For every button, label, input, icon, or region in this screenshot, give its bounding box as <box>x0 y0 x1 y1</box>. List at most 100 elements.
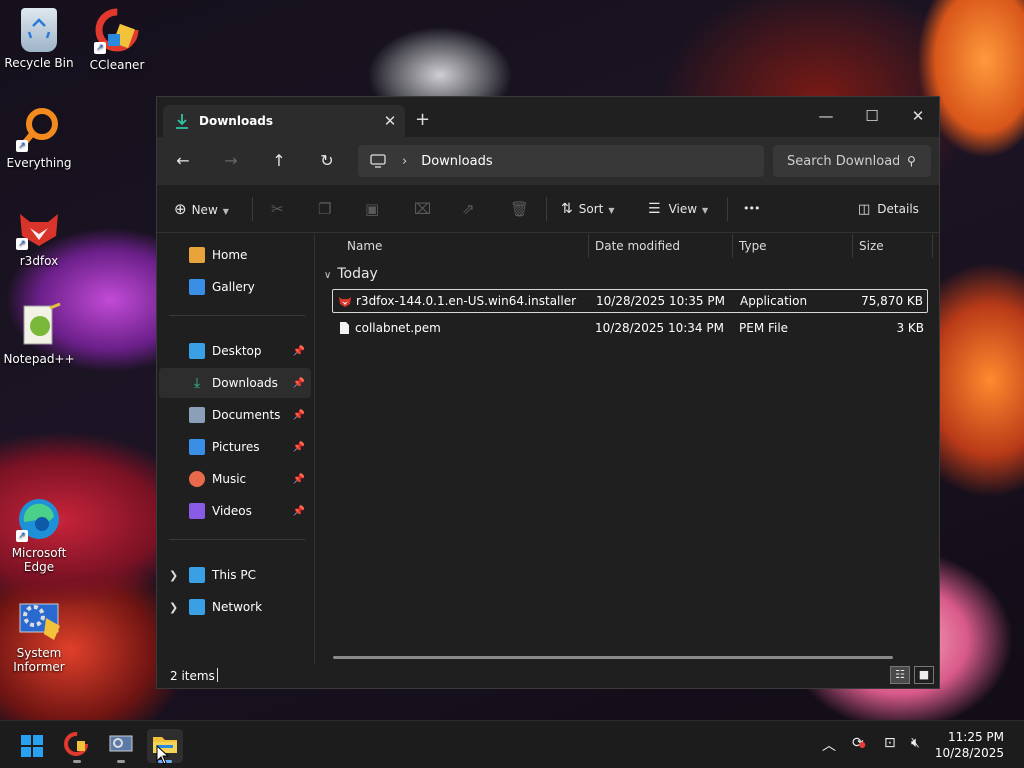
ccleaner-icon: ↗ <box>94 8 140 54</box>
desktop-icon-microsoft-edge[interactable]: ↗ Microsoft Edge <box>0 496 78 574</box>
ccleaner-icon <box>64 732 88 756</box>
network-icon <box>189 599 205 615</box>
sidebar-divider <box>169 539 305 540</box>
sidebar-item-videos[interactable]: Videos 📌 <box>159 496 311 526</box>
copy-button[interactable]: ❐ <box>318 197 331 221</box>
file-size: 75,870 KB <box>861 294 923 308</box>
chevron-right-icon[interactable]: ❯ <box>169 601 178 614</box>
chevron-down-icon: ▼ <box>702 206 709 215</box>
horizontal-scrollbar[interactable] <box>333 656 893 659</box>
gallery-icon <box>189 279 205 295</box>
search-input[interactable] <box>787 153 899 169</box>
tab-downloads[interactable]: Downloads ✕ <box>163 105 405 137</box>
clock-date: 10/28/2025 <box>934 746 1004 760</box>
details-label: Details <box>877 202 919 216</box>
paste-button[interactable]: ▣ <box>365 197 379 221</box>
address-bar[interactable]: › Downloads <box>358 145 764 177</box>
back-button[interactable]: ← <box>170 149 196 173</box>
sidebar-item-network[interactable]: ❯ Network <box>159 592 311 622</box>
desktop-icon-ccleaner[interactable]: ↗ CCleaner <box>78 8 156 72</box>
network-monitor-icon: ⊡ <box>884 735 896 751</box>
column-divider[interactable] <box>732 234 733 258</box>
tray-sync-icon[interactable]: ⟳● <box>852 735 866 751</box>
search-box[interactable]: ⚲ <box>773 145 931 177</box>
table-row[interactable]: collabnet.pem 10/28/2025 10:34 PM PEM Fi… <box>332 317 928 341</box>
start-button[interactable] <box>14 729 50 763</box>
desktop-icon-everything[interactable]: ↗ Everything <box>0 106 78 170</box>
share-icon: ⇗ <box>462 200 475 218</box>
up-button[interactable]: ↑ <box>266 149 292 173</box>
taskbar-app-ccleaner[interactable] <box>59 729 95 763</box>
arrow-up-icon: ↑ <box>272 151 286 170</box>
minimize-button[interactable]: — <box>803 101 849 131</box>
desktop-icon-system-informer[interactable]: System Informer <box>0 596 78 674</box>
see-more-button[interactable]: ••• <box>743 197 760 221</box>
sidebar-item-pictures[interactable]: Pictures 📌 <box>159 432 311 462</box>
copy-icon: ❐ <box>318 200 332 218</box>
shortcut-arrow-icon: ↗ <box>16 530 28 542</box>
music-folder-icon <box>189 471 205 487</box>
close-window-button[interactable]: ✕ <box>895 101 941 131</box>
view-button[interactable]: ☰ View ▼ <box>648 197 708 221</box>
new-tab-button[interactable]: + <box>415 109 430 130</box>
maximize-button[interactable]: ☐ <box>849 101 895 131</box>
taskbar-app-system-informer[interactable] <box>103 729 139 763</box>
list-view-icon: ☰ <box>648 201 661 217</box>
refresh-icon: ↻ <box>320 151 334 170</box>
close-tab-button[interactable]: ✕ <box>375 112 405 130</box>
forward-button[interactable]: → <box>218 149 244 173</box>
tray-network-icon[interactable]: ⊡ <box>884 735 896 751</box>
sidebar-item-this-pc[interactable]: ❯ This PC <box>159 560 311 590</box>
details-view-button[interactable]: ☷ <box>890 666 910 684</box>
group-label: Today <box>337 266 378 282</box>
cut-button[interactable]: ✂ <box>271 197 284 221</box>
details-pane-button[interactable]: ◫ Details <box>858 197 919 221</box>
sidebar-item-documents[interactable]: Documents 📌 <box>159 400 311 430</box>
title-bar[interactable]: Downloads ✕ + — ☐ ✕ <box>157 97 939 137</box>
sort-button[interactable]: ⇅ Sort ▼ <box>561 197 615 221</box>
pictures-folder-icon <box>189 439 205 455</box>
refresh-button[interactable]: ↻ <box>314 149 340 173</box>
taskbar: ︿ ⟳● ⊡ 🔇︎ 11:25 PM 10/28/2025 <box>0 720 1024 768</box>
file-list: Name Date modified Type Size ∨ Today r3df… <box>316 234 939 664</box>
column-header-size[interactable]: Size <box>859 234 884 258</box>
sort-icon: ⇅ <box>561 201 573 217</box>
tiles-view-icon: ■ <box>918 668 930 681</box>
column-divider[interactable] <box>852 234 853 258</box>
desktop-icon-recycle-bin[interactable]: Recycle Bin <box>0 8 78 70</box>
column-header-name[interactable]: Name <box>347 234 382 258</box>
breadcrumb-downloads[interactable]: Downloads <box>421 154 492 169</box>
chevron-right-icon[interactable]: ❯ <box>169 569 178 582</box>
column-header-type[interactable]: Type <box>739 234 767 258</box>
desktop-icon-label: Recycle Bin <box>4 56 74 70</box>
sidebar-item-home[interactable]: Home <box>159 240 311 270</box>
show-hidden-icons-button[interactable]: ︿ <box>822 735 836 755</box>
sidebar-item-label: Home <box>212 248 248 262</box>
desktop-icon-label: Microsoft Edge <box>11 546 67 574</box>
sidebar-item-gallery[interactable]: Gallery <box>159 272 311 302</box>
system-informer-icon <box>109 735 133 752</box>
rename-button[interactable]: ⌧ <box>414 197 431 221</box>
sidebar-item-music[interactable]: Music 📌 <box>159 464 311 494</box>
desktop-icon-r3dfox[interactable]: ↗ r3dfox <box>0 204 78 268</box>
table-row[interactable]: r3dfox-144.0.1.en-US.win64.installer 10/… <box>332 289 928 313</box>
pin-icon: 📌 <box>292 473 305 485</box>
sidebar-item-desktop[interactable]: Desktop 📌 <box>159 336 311 366</box>
system-clock[interactable]: 11:25 PM 10/28/2025 <box>935 729 1004 761</box>
share-button[interactable]: ⇗ <box>462 197 475 221</box>
chevron-down-icon: ∨ <box>324 270 332 281</box>
group-header-today[interactable]: ∨ Today <box>324 266 378 282</box>
navigation-pane: Home Gallery Desktop 📌 ⤓ Downloads 📌 Docume… <box>157 234 315 664</box>
download-icon <box>176 114 188 129</box>
column-header-date-modified[interactable]: Date modified <box>595 234 680 258</box>
sidebar-item-downloads[interactable]: ⤓ Downloads 📌 <box>159 368 311 398</box>
tray-volume-icon[interactable]: 🔇︎ <box>911 735 920 751</box>
desktop-icon-notepad-plus-plus[interactable]: Notepad++ <box>0 302 78 366</box>
delete-button[interactable]: 🗑 <box>510 197 529 221</box>
new-button[interactable]: ⊕ New ▼ <box>174 197 229 221</box>
shortcut-arrow-icon: ↗ <box>94 42 106 54</box>
column-divider[interactable] <box>932 234 933 258</box>
pin-icon: 📌 <box>292 377 305 389</box>
tiles-view-button[interactable]: ■ <box>914 666 934 684</box>
column-divider[interactable] <box>588 234 589 258</box>
